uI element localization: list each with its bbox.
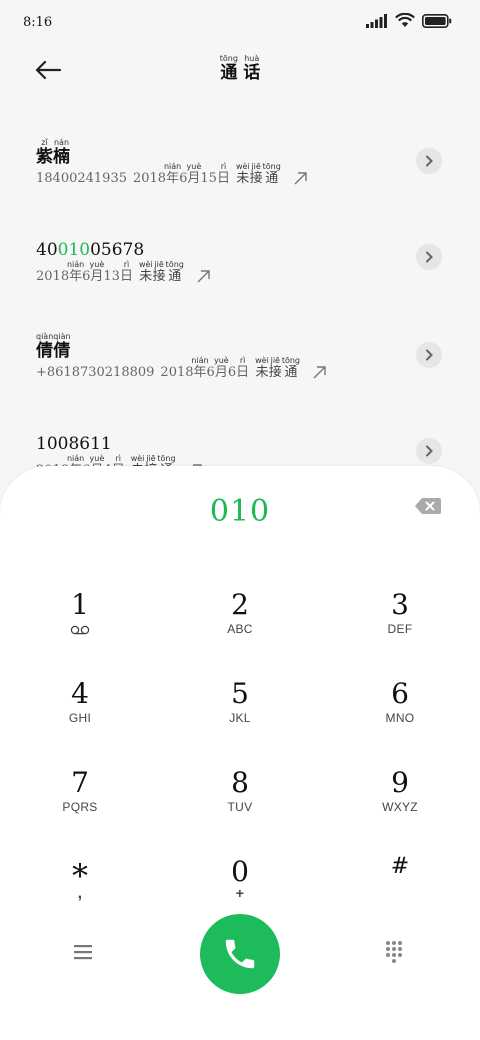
call-status: 未wèi接jiē通tōng xyxy=(235,162,281,186)
menu-button[interactable] xyxy=(72,942,98,966)
call-button[interactable] xyxy=(200,914,280,994)
backspace-button[interactable] xyxy=(414,496,442,516)
call-date: 2018年nián6月yuè6日rì xyxy=(160,356,250,380)
call-meta: 2018年nián6月yuè13日rì 未wèi接jiē通tōng xyxy=(36,260,212,284)
call-meta: +8618730218809 2018年nián6月yuè6日rì 未wèi接j… xyxy=(36,356,328,380)
status-bar: 8:16 xyxy=(0,0,480,44)
signal-icon xyxy=(366,13,387,28)
call-list-item[interactable]: 倩qiàn倩qiàn +8618730218809 2018年nián6月yuè… xyxy=(0,312,480,402)
chevron-right-icon xyxy=(426,155,433,167)
call-date: 2018年nián6月yuè13日rì xyxy=(36,260,133,284)
key-1[interactable]: 1 xyxy=(20,590,140,670)
call-status: 未wèi接jiē通tōng xyxy=(255,356,300,380)
phone-number: +8618730218809 xyxy=(36,365,155,380)
outgoing-arrow-icon xyxy=(197,270,210,283)
key-9[interactable]: 9 WXYZ xyxy=(340,768,460,848)
phone-number: 18400241935 xyxy=(36,171,127,186)
call-status: 未wèi接jiē通tōng xyxy=(138,260,184,284)
chevron-right-icon xyxy=(426,251,433,263)
call-list-item[interactable]: 4001005678 2018年nián6月yuè13日rì 未wèi接jiē通… xyxy=(0,214,480,304)
phone-icon xyxy=(225,939,255,969)
dialpad-actions xyxy=(0,914,480,1014)
keypad-toggle-button[interactable] xyxy=(384,940,406,968)
call-detail-button[interactable] xyxy=(416,342,442,368)
key-5[interactable]: 5 JKL xyxy=(180,679,300,759)
dialpad-sheet: 010 1 2 ABC 3 DEF 4 GHI 5 JKL 6 MNO 7 PQ… xyxy=(0,466,480,1040)
header: 通tōng 话huà xyxy=(0,44,480,100)
call-detail-button[interactable] xyxy=(416,244,442,270)
key-4[interactable]: 4 GHI xyxy=(20,679,140,759)
key-3[interactable]: 3 DEF xyxy=(340,590,460,670)
outgoing-arrow-icon xyxy=(294,172,307,185)
key-6[interactable]: 6 MNO xyxy=(340,679,460,759)
key-8[interactable]: 8 TUV xyxy=(180,768,300,848)
voicemail-icon xyxy=(70,625,90,635)
key-7[interactable]: 7 PQRS xyxy=(20,768,140,848)
call-list-item[interactable]: 紫zǐ楠nán 18400241935 2018年nián6月yuè15日rì … xyxy=(0,118,480,208)
call-date: 2018年nián6月yuè15日rì xyxy=(132,162,230,186)
dialed-number: 010 xyxy=(209,494,271,529)
call-meta: 18400241935 2018年nián6月yuè15日rì 未wèi接jiē… xyxy=(36,162,309,186)
key-2[interactable]: 2 ABC xyxy=(180,590,300,670)
menu-icon xyxy=(74,945,92,960)
chevron-right-icon xyxy=(426,445,433,457)
keypad-icon xyxy=(386,941,402,963)
matched-digits: 010 xyxy=(57,240,91,260)
outgoing-arrow-icon xyxy=(313,366,326,379)
chevron-right-icon xyxy=(426,349,433,361)
page-title: 通tōng 话huà xyxy=(0,54,480,83)
call-detail-button[interactable] xyxy=(416,438,442,464)
status-icons xyxy=(366,13,452,28)
title-char: 通tōng xyxy=(219,54,238,83)
call-detail-button[interactable] xyxy=(416,148,442,174)
status-time: 8:16 xyxy=(23,15,53,30)
title-char: 话huà xyxy=(243,54,261,83)
phone-number: 4001005678 xyxy=(36,240,145,260)
phone-number: 1008611 xyxy=(36,434,112,454)
battery-icon xyxy=(422,13,452,28)
wifi-icon xyxy=(395,13,415,27)
backspace-icon xyxy=(415,498,441,514)
